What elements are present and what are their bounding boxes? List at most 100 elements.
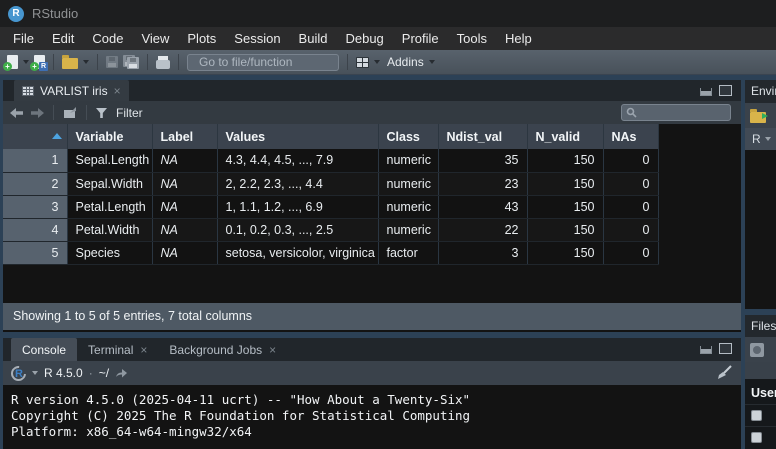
tab-terminal[interactable]: Terminal× [77, 338, 158, 361]
tab-background-jobs[interactable]: Background Jobs× [158, 338, 287, 361]
goto-file-box[interactable] [187, 54, 339, 71]
pane-layout-caret-icon[interactable] [374, 60, 380, 64]
language-label: R [752, 132, 761, 146]
col-header-class[interactable]: Class [378, 124, 438, 149]
menu-code[interactable]: Code [83, 27, 132, 50]
console-output[interactable]: R version 4.5.0 (2025-04-11 ucrt) -- "Ho… [3, 385, 741, 440]
separator-dot: · [89, 366, 93, 380]
toolbar-separator [53, 54, 54, 70]
col-header-nas[interactable]: NAs [603, 124, 658, 149]
close-icon[interactable]: × [140, 344, 147, 356]
files-heading: Users [745, 379, 776, 404]
table-row[interactable]: 1 Sepal.Length NA 4.3, 4.4, 4.5, ..., 7.… [3, 149, 658, 172]
files-path-bar [745, 362, 776, 379]
varlist-table: Variable Label Values Class Ndist_val N_… [3, 124, 659, 265]
goto-file-input[interactable] [199, 55, 354, 69]
broom-icon[interactable] [715, 365, 732, 380]
col-header-variable[interactable]: Variable [67, 124, 152, 149]
open-file-icon[interactable] [62, 58, 78, 69]
filter-icon[interactable] [96, 108, 107, 118]
close-icon[interactable]: × [269, 344, 276, 356]
cell-label: NA [152, 195, 217, 218]
main-toolbar: + +R Addins [0, 50, 776, 75]
cell-label: NA [152, 149, 217, 172]
col-header-values[interactable]: Values [217, 124, 378, 149]
toolbar-separator [53, 105, 54, 120]
menu-help[interactable]: Help [496, 27, 541, 50]
toolbar-separator [178, 54, 179, 70]
table-row[interactable]: 5 Species NA setosa, versicolor, virgini… [3, 241, 658, 264]
cell-class: numeric [378, 218, 438, 241]
open-file-caret-icon[interactable] [83, 60, 89, 64]
cell-variable: Sepal.Width [67, 172, 152, 195]
menu-plots[interactable]: Plots [178, 27, 225, 50]
menu-profile[interactable]: Profile [393, 27, 448, 50]
menu-tools[interactable]: Tools [448, 27, 496, 50]
r-version-caret-icon[interactable] [32, 371, 38, 375]
col-header-ndist-val[interactable]: Ndist_val [438, 124, 527, 149]
plus-badge-icon: + [3, 62, 12, 71]
load-workspace-icon[interactable] [750, 112, 766, 123]
rownum-header[interactable] [3, 124, 67, 149]
table-search-input[interactable] [641, 106, 726, 120]
pane-layout-icon[interactable] [356, 57, 369, 68]
files-pane: Files Users [745, 315, 776, 449]
row-number: 2 [3, 172, 67, 195]
new-blank-file-icon[interactable] [750, 343, 764, 357]
toolbar-separator [86, 105, 87, 120]
row-number: 1 [3, 149, 67, 172]
table-row[interactable]: 2 Sepal.Width NA 2, 2.2, 2.3, ..., 4.4 n… [3, 172, 658, 195]
menu-edit[interactable]: Edit [43, 27, 83, 50]
tab-files[interactable]: Files [745, 315, 776, 337]
menu-view[interactable]: View [132, 27, 178, 50]
header-row: Variable Label Values Class Ndist_val N_… [3, 124, 658, 149]
back-icon[interactable] [10, 108, 24, 118]
source-tab-bar: VARLIST iris × [3, 80, 741, 101]
viewer-toolbar: Filter [3, 101, 741, 124]
cell-variable: Petal.Width [67, 218, 152, 241]
maximize-icon[interactable] [719, 85, 732, 96]
menu-build[interactable]: Build [290, 27, 337, 50]
forward-icon[interactable] [30, 108, 44, 118]
table-row[interactable]: 3 Petal.Length NA 1, 1.1, 1.2, ..., 6.9 … [3, 195, 658, 218]
menu-session[interactable]: Session [225, 27, 289, 50]
maximize-icon[interactable] [719, 343, 732, 354]
cell-label: NA [152, 172, 217, 195]
table-search-box[interactable] [621, 104, 731, 121]
files-toolbar [745, 337, 776, 362]
col-header-label[interactable]: Label [152, 124, 217, 149]
menu-debug[interactable]: Debug [336, 27, 392, 50]
cell-ndist-val: 22 [438, 218, 527, 241]
goto-directory-icon[interactable] [115, 368, 128, 378]
new-file-icon[interactable]: + [7, 55, 18, 69]
col-header-n-valid[interactable]: N_valid [527, 124, 603, 149]
file-row[interactable] [745, 404, 776, 426]
pane-window-buttons [700, 343, 732, 354]
tab-console[interactable]: Console [11, 338, 77, 361]
r-version-label: R 4.5.0 [44, 366, 83, 380]
filter-button[interactable]: Filter [116, 106, 143, 120]
table-row[interactable]: 4 Petal.Width NA 0.1, 0.2, 0.3, ..., 2.5… [3, 218, 658, 241]
cell-class: factor [378, 241, 438, 264]
menu-file[interactable]: File [4, 27, 43, 50]
environment-language-selector[interactable]: R [745, 128, 776, 150]
cell-n-valid: 150 [527, 195, 603, 218]
print-icon[interactable] [156, 60, 170, 69]
r-version-icon[interactable]: R [11, 366, 26, 381]
minimize-icon[interactable] [700, 346, 712, 354]
addins-caret-icon[interactable] [429, 60, 435, 64]
new-file-caret-icon[interactable] [23, 60, 29, 64]
minimize-icon[interactable] [700, 88, 712, 96]
file-checkbox[interactable] [751, 432, 762, 443]
file-checkbox[interactable] [751, 410, 762, 421]
popout-icon[interactable] [63, 107, 77, 119]
close-icon[interactable]: × [114, 85, 121, 97]
addins-button[interactable]: Addins [387, 55, 424, 69]
new-project-icon[interactable]: +R [34, 55, 45, 69]
tab-varlist-iris[interactable]: VARLIST iris × [14, 80, 129, 101]
tab-environment[interactable]: Environment [745, 80, 776, 103]
cell-n-valid: 150 [527, 218, 603, 241]
file-row[interactable] [745, 426, 776, 448]
console-toolbar: R R 4.5.0 · ~/ [3, 361, 741, 385]
save-all-icon[interactable] [123, 55, 139, 69]
